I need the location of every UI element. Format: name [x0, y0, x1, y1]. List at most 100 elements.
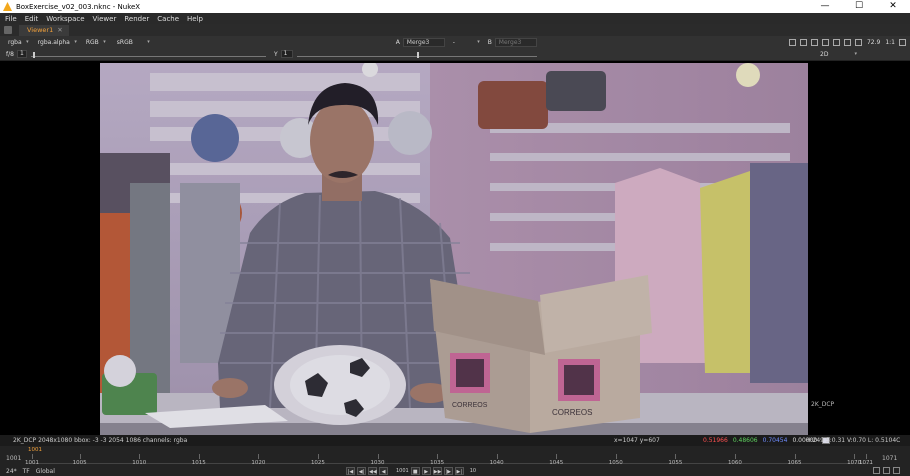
lock-range-icon[interactable] [893, 467, 900, 474]
input-b-label: B [487, 38, 492, 46]
gain-slider-knob[interactable] [32, 51, 35, 58]
transport-buttons: |◀ ◀| ◀◀ ◀ 1001 ■ ▶ ▶▶ |▶ ▶| 10 [346, 467, 478, 475]
proxy-icon[interactable] [832, 38, 840, 46]
gamma-slider-knob[interactable] [416, 51, 419, 58]
gain-field[interactable]: 1 [16, 50, 27, 58]
viewer-settings-icon[interactable] [899, 38, 906, 46]
loop-icon[interactable] [873, 467, 880, 474]
green-value: 0.48606 [732, 437, 758, 444]
red-value: 0.51966 [703, 437, 728, 444]
input-a-dropdown[interactable]: Merge3 [402, 37, 445, 47]
timeline-tick-label: 1045 [549, 460, 564, 466]
menu-workspace[interactable]: Workspace [46, 15, 84, 23]
timecode-dropdown[interactable]: TF [23, 468, 30, 475]
viewer-lut-dropdown[interactable]: sRGB [113, 38, 151, 47]
viewer-image: CORREOS CORREOS [100, 63, 808, 436]
cursor-coords: x=1047 y=607 [614, 437, 660, 444]
fps-dropdown[interactable]: 24* [6, 468, 17, 475]
timeline-tick-label: 1040 [489, 460, 504, 466]
timeline-tick [854, 454, 856, 459]
wipe-operation-dropdown[interactable]: - [449, 38, 481, 47]
timeline-tick [139, 454, 141, 459]
gain-slider[interactable] [30, 51, 266, 58]
input-a-label: A [395, 38, 400, 46]
gamma-field[interactable]: 1 [280, 50, 293, 58]
stop-button[interactable]: ■ [410, 467, 420, 475]
menu-render[interactable]: Render [124, 15, 149, 23]
timeline-tick-label: 1035 [430, 460, 445, 466]
step-back-button[interactable]: ◀ [379, 467, 388, 475]
timeline-tick [437, 454, 439, 459]
pixel-ratio[interactable]: 1:1 [885, 39, 895, 46]
window-controls: — ☐ ✕ [808, 0, 910, 13]
guides-icon[interactable] [799, 38, 807, 46]
title-bar: BoxExercise_v02_003.nknc - NukeX — ☐ ✕ [0, 0, 910, 13]
timeline-tick-label: 1005 [72, 460, 87, 466]
nuke-app-icon [3, 2, 12, 11]
play-forward-button[interactable]: ▶ [421, 467, 431, 475]
next-key-button[interactable]: |▶ [443, 467, 453, 475]
format-info: 2K_DCP 2048x1080 bbox: -3 -3 2054 1086 c… [13, 437, 188, 444]
timeline-tick-label: 1071 [859, 460, 873, 466]
fast-forward-button[interactable]: ▶▶ [432, 467, 442, 475]
overlay-icon[interactable] [810, 38, 818, 46]
histogram-icon[interactable] [821, 38, 829, 46]
pane-tab-strip: Viewer1 ✕ [0, 24, 910, 36]
timeline: 1001 1001 1001 1005 1010 1015 1020 1025 1030 10… [0, 446, 910, 476]
channel-dropdown[interactable]: rgba.alpha [34, 38, 78, 47]
menu-edit[interactable]: Edit [25, 15, 39, 23]
range-dropdown[interactable]: Global [36, 468, 55, 475]
timeline-tick [79, 454, 81, 459]
menu-help[interactable]: Help [187, 15, 203, 23]
timeline-ruler[interactable]: 1001 1005 1010 1015 1020 1025 1030 1035 1040 1045… [25, 448, 873, 466]
viewer-options-group: 72.9 1:1 [785, 36, 906, 48]
prev-key-button[interactable]: ◀| [357, 467, 366, 475]
timeline-tick-label: 1020 [251, 460, 266, 466]
timeline-tick-label: 1065 [787, 460, 802, 466]
timeline-tick [556, 454, 558, 459]
tab-label: Viewer1 [27, 25, 54, 34]
timeline-tick-label: 1015 [191, 460, 206, 466]
pause-icon[interactable] [854, 38, 862, 46]
view-mode-dropdown[interactable]: 2D [816, 50, 858, 59]
play-backward-button[interactable]: ◀◀ [368, 467, 377, 475]
menu-viewer[interactable]: Viewer [93, 15, 117, 23]
pane-menu-icon[interactable] [4, 26, 12, 34]
window-title: BoxExercise_v02_003.nknc - NukeX [16, 2, 141, 11]
hsv-values: H:249 S:0.31 V:0.70 L: 0.5104C [806, 437, 901, 444]
timeline-tick [734, 454, 736, 459]
timeline-tick-label: 1025 [310, 460, 325, 466]
timeline-end-frame[interactable]: 1071 [882, 455, 897, 462]
gamma-label: Y [273, 50, 278, 58]
maximize-button[interactable]: ☐ [842, 0, 876, 13]
zoom-level[interactable]: 72.9 [867, 39, 880, 46]
viewer-toolbar-top: rgba rgba.alpha RGB sRGB A Merge3 - B Me… [0, 36, 910, 48]
last-frame-button[interactable]: ▶| [454, 467, 464, 475]
layer-dropdown[interactable]: rgba [4, 38, 30, 47]
viewer-canvas[interactable]: CORREOS CORREOS 2K_DCP [0, 61, 910, 436]
gamma-slider[interactable] [296, 51, 537, 58]
menu-cache[interactable]: Cache [157, 15, 179, 23]
timeline-tick [496, 454, 498, 459]
close-button[interactable]: ✕ [876, 0, 910, 13]
display-channels-dropdown[interactable]: RGB [82, 38, 107, 47]
tab-close-icon[interactable]: ✕ [57, 26, 62, 34]
flipbook-icon[interactable] [883, 467, 890, 474]
roi-icon[interactable] [788, 38, 796, 46]
minimize-button[interactable]: — [808, 0, 842, 13]
tab-viewer1[interactable]: Viewer1 ✕ [19, 24, 69, 36]
input-b-dropdown[interactable]: Merge3 [494, 37, 537, 47]
refresh-icon[interactable] [843, 38, 851, 46]
timeline-start-frame[interactable]: 1001 [6, 455, 21, 462]
current-frame-field[interactable]: 1001 [396, 467, 409, 475]
blue-value: 0.70454 [762, 437, 788, 444]
frame-increment[interactable]: 10 [470, 467, 476, 475]
first-frame-button[interactable]: |◀ [346, 467, 355, 475]
timeline-tick [317, 454, 319, 459]
timeline-tick-label: 1055 [668, 460, 683, 466]
timeline-tick-label: 1060 [727, 460, 742, 466]
menu-file[interactable]: File [5, 15, 17, 23]
fstop-label[interactable]: f/8 [6, 51, 14, 58]
timeline-tick [377, 454, 379, 459]
timeline-tick [675, 454, 677, 459]
